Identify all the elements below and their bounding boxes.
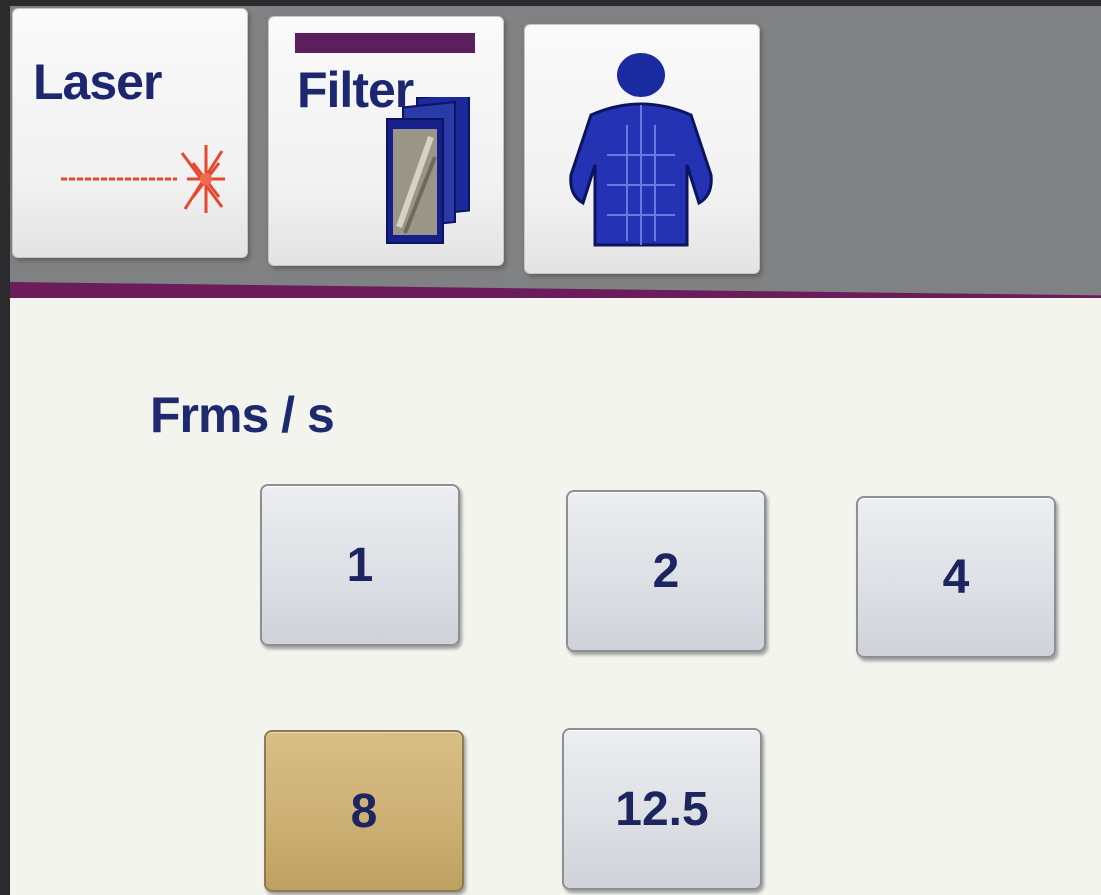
rate-option-12-5[interactable]: 12.5 — [562, 728, 762, 890]
patient-body-icon — [569, 53, 713, 247]
rate-option-8[interactable]: 8 — [264, 730, 464, 892]
tab-filter[interactable]: Filter — [268, 16, 504, 266]
tab-patient[interactable] — [524, 24, 760, 274]
tab-laser[interactable]: Laser — [12, 8, 248, 258]
rate-option-2[interactable]: 2 — [566, 490, 766, 652]
active-tab-indicator — [295, 33, 475, 53]
rate-option-1[interactable]: 1 — [260, 484, 460, 646]
filter-stack-icon — [386, 97, 470, 244]
rate-option-4[interactable]: 4 — [856, 496, 1056, 658]
screen: Laser Filter Frms / s 1 2 4 8 12.5 — [10, 6, 1101, 895]
frame-rate-label: Frms / s — [150, 387, 335, 443]
laser-burst-icon — [61, 145, 225, 213]
frame-rate-panel: Frms / s 1 2 4 8 12.5 — [10, 298, 1101, 895]
tab-laser-label: Laser — [33, 54, 162, 110]
